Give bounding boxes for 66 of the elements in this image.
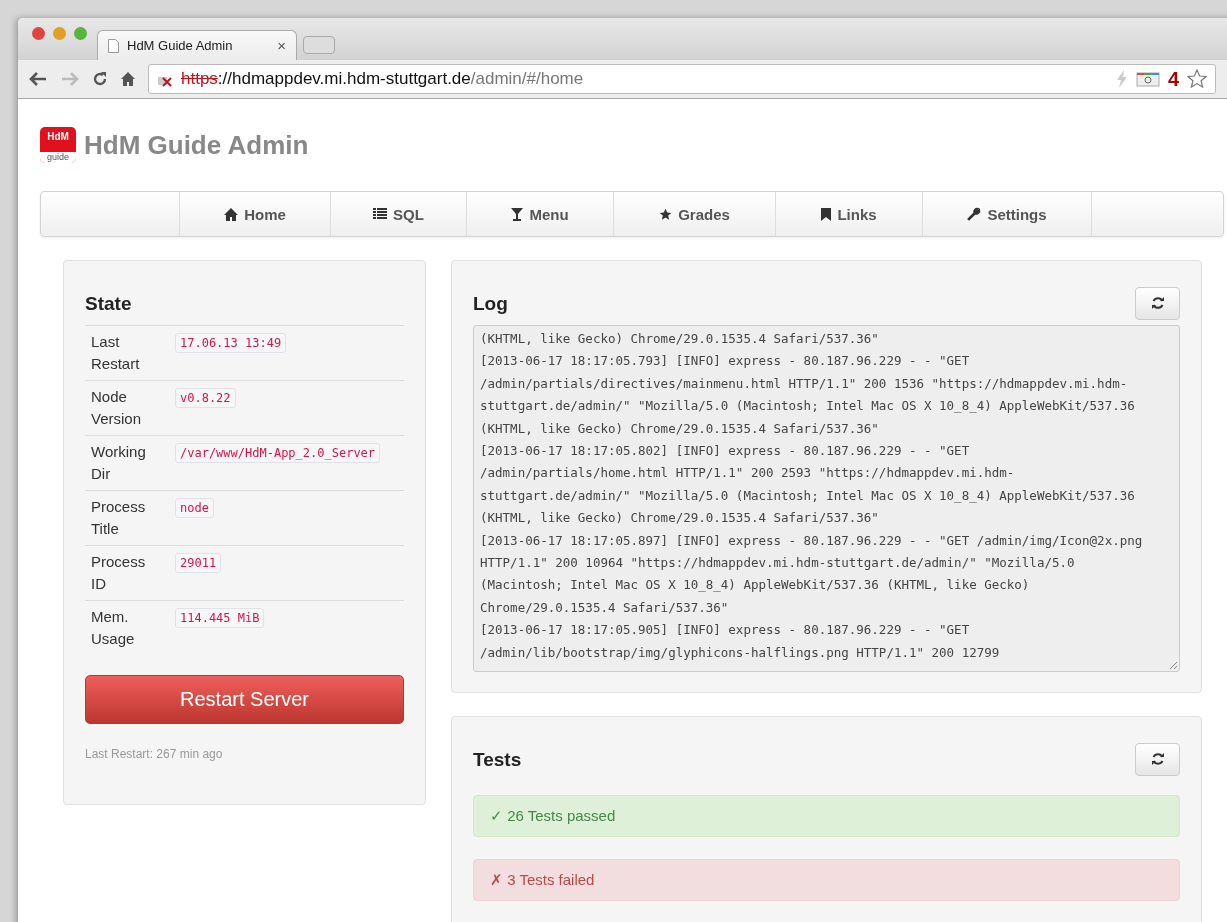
refresh-icon	[1150, 752, 1165, 766]
reload-icon[interactable]	[92, 71, 108, 87]
log-line: Chrome/29.0.1535.4 Safari/537.36"	[480, 598, 729, 617]
nav-link[interactable]: Settings	[923, 192, 1092, 236]
home-icon	[224, 207, 239, 221]
back-arrow-icon[interactable]	[28, 71, 48, 87]
star-icon[interactable]	[1187, 69, 1207, 89]
page-icon	[108, 38, 119, 53]
home-icon[interactable]	[120, 71, 136, 87]
panel-title: Log	[473, 293, 508, 315]
property-value: /var/www/HdM-App_2.0_Server	[175, 443, 381, 463]
camera-icon[interactable]	[1135, 71, 1160, 87]
last-restart-note: Last Restart: 267 min ago	[85, 747, 224, 761]
nav-link[interactable]: Home	[180, 192, 331, 236]
log-line: [2013-06-17 18:17:05.897] [INFO] express - 80.187.96.229 - - "GET /admin/img/Icon@2x.png	[480, 531, 1143, 550]
log-line: stuttgart.de/admin/" "Mozilla/5.0 (Macintosh; Intel Mac OS X 10_8_4) AppleWebKit/537.36	[480, 486, 1135, 505]
nav-link[interactable]: SQL	[331, 192, 467, 236]
star-icon	[659, 207, 673, 221]
refresh-button[interactable]	[1135, 742, 1180, 776]
log-line: HTTP/1.1" 200 10964 "https://hdmappdev.mi.hdm-stuttgart.de/admin/" "Mozilla/5.0	[480, 554, 1075, 573]
address-bar[interactable]: https://hdmappdev.mi.hdm-stuttgart.de/admin/#/home 4	[148, 64, 1216, 94]
log-line: (Macintosh; Intel Mac OS X 10_8_4) AppleWebKit/537.36 (KHTML, like Gecko)	[480, 576, 1030, 595]
log-line: [2013-06-17 18:17:05.802] [INFO] express - 80.187.96.229 - - "GET	[480, 442, 970, 461]
property-value: 114.445 MiB	[175, 608, 265, 628]
refresh-button[interactable]	[1135, 286, 1180, 320]
property-label: Process ID	[85, 545, 169, 601]
log-line: /admin/lib/bootstrap/img/glyphicons-halflings.png HTTP/1.1" 200 12799	[480, 643, 1000, 662]
glass-icon	[511, 207, 524, 221]
property-label: Mem. Usage	[85, 600, 169, 655]
resize-grip-icon[interactable]	[1169, 661, 1177, 669]
bookmark-icon	[821, 207, 832, 221]
restart-server-button[interactable]: Restart Server	[85, 675, 404, 724]
tab-close-button[interactable]: ×	[277, 37, 286, 54]
nav-link[interactable]: Grades	[614, 192, 776, 236]
log-line: (KHTML, like Gecko) Chrome/29.0.1535.4 Safari/537.36"	[480, 330, 879, 348]
list-icon	[373, 208, 388, 220]
lightning-icon	[1115, 70, 1128, 88]
property-value: v0.8.22	[175, 388, 236, 408]
close-window-button[interactable]	[32, 27, 45, 40]
log-line: /admin/partials/home.html HTTP/1.1" 200 2593 "https://hdmappdev.mi.hdm-	[480, 464, 1015, 483]
nav-link[interactable]: Links	[776, 192, 923, 236]
property-value: 29011	[175, 553, 222, 573]
property-label: Process Title	[85, 490, 169, 546]
wrench-icon	[967, 207, 982, 221]
log-line: stuttgart.de/admin/" "Mozilla/5.0 (Macintosh; Intel Mac OS X 10_8_4) AppleWebKit/537.36	[480, 397, 1135, 416]
property-label: Node Version	[85, 380, 169, 436]
log-line: (KHTML, like Gecko) Chrome/29.0.1535.4 Safari/537.36"	[480, 509, 879, 528]
log-line: /admin/partials/directives/mainmenu.html HTTP/1.1" 200 1536 "https://hdmappdev.mi.hdm-	[480, 374, 1128, 393]
log-line: [2013-06-17 18:17:05.793] [INFO] express - 80.187.96.229 - - "GET	[480, 352, 970, 371]
property-label: Last Restart	[85, 325, 169, 381]
extension-badge[interactable]: 4	[1167, 67, 1179, 91]
property-label: Working Dir	[85, 435, 169, 491]
property-value: node	[175, 498, 214, 518]
app-logo: HdM guide	[40, 127, 76, 163]
nav-link[interactable]: Menu	[467, 192, 614, 236]
app-title: HdM Guide Admin	[84, 129, 309, 161]
panel-title: State	[85, 293, 133, 315]
browser-tab[interactable]: HdM Guide Admin ×	[97, 30, 297, 60]
test-result-alert: ✓ 26 Tests passed	[473, 795, 1180, 837]
log-line: (KHTML, like Gecko) Chrome/29.0.1535.4 Safari/537.36"	[480, 419, 879, 438]
property-value: 17.06.13 13:49	[175, 333, 287, 353]
panel-title: Tests	[473, 749, 522, 771]
log-textarea[interactable]	[473, 325, 1180, 672]
refresh-icon	[1150, 296, 1165, 310]
test-result-alert: ✗ 3 Tests failed	[473, 859, 1180, 901]
log-line: [2013-06-17 18:17:05.905] [INFO] express - 80.187.96.229 - - "GET	[480, 621, 970, 640]
